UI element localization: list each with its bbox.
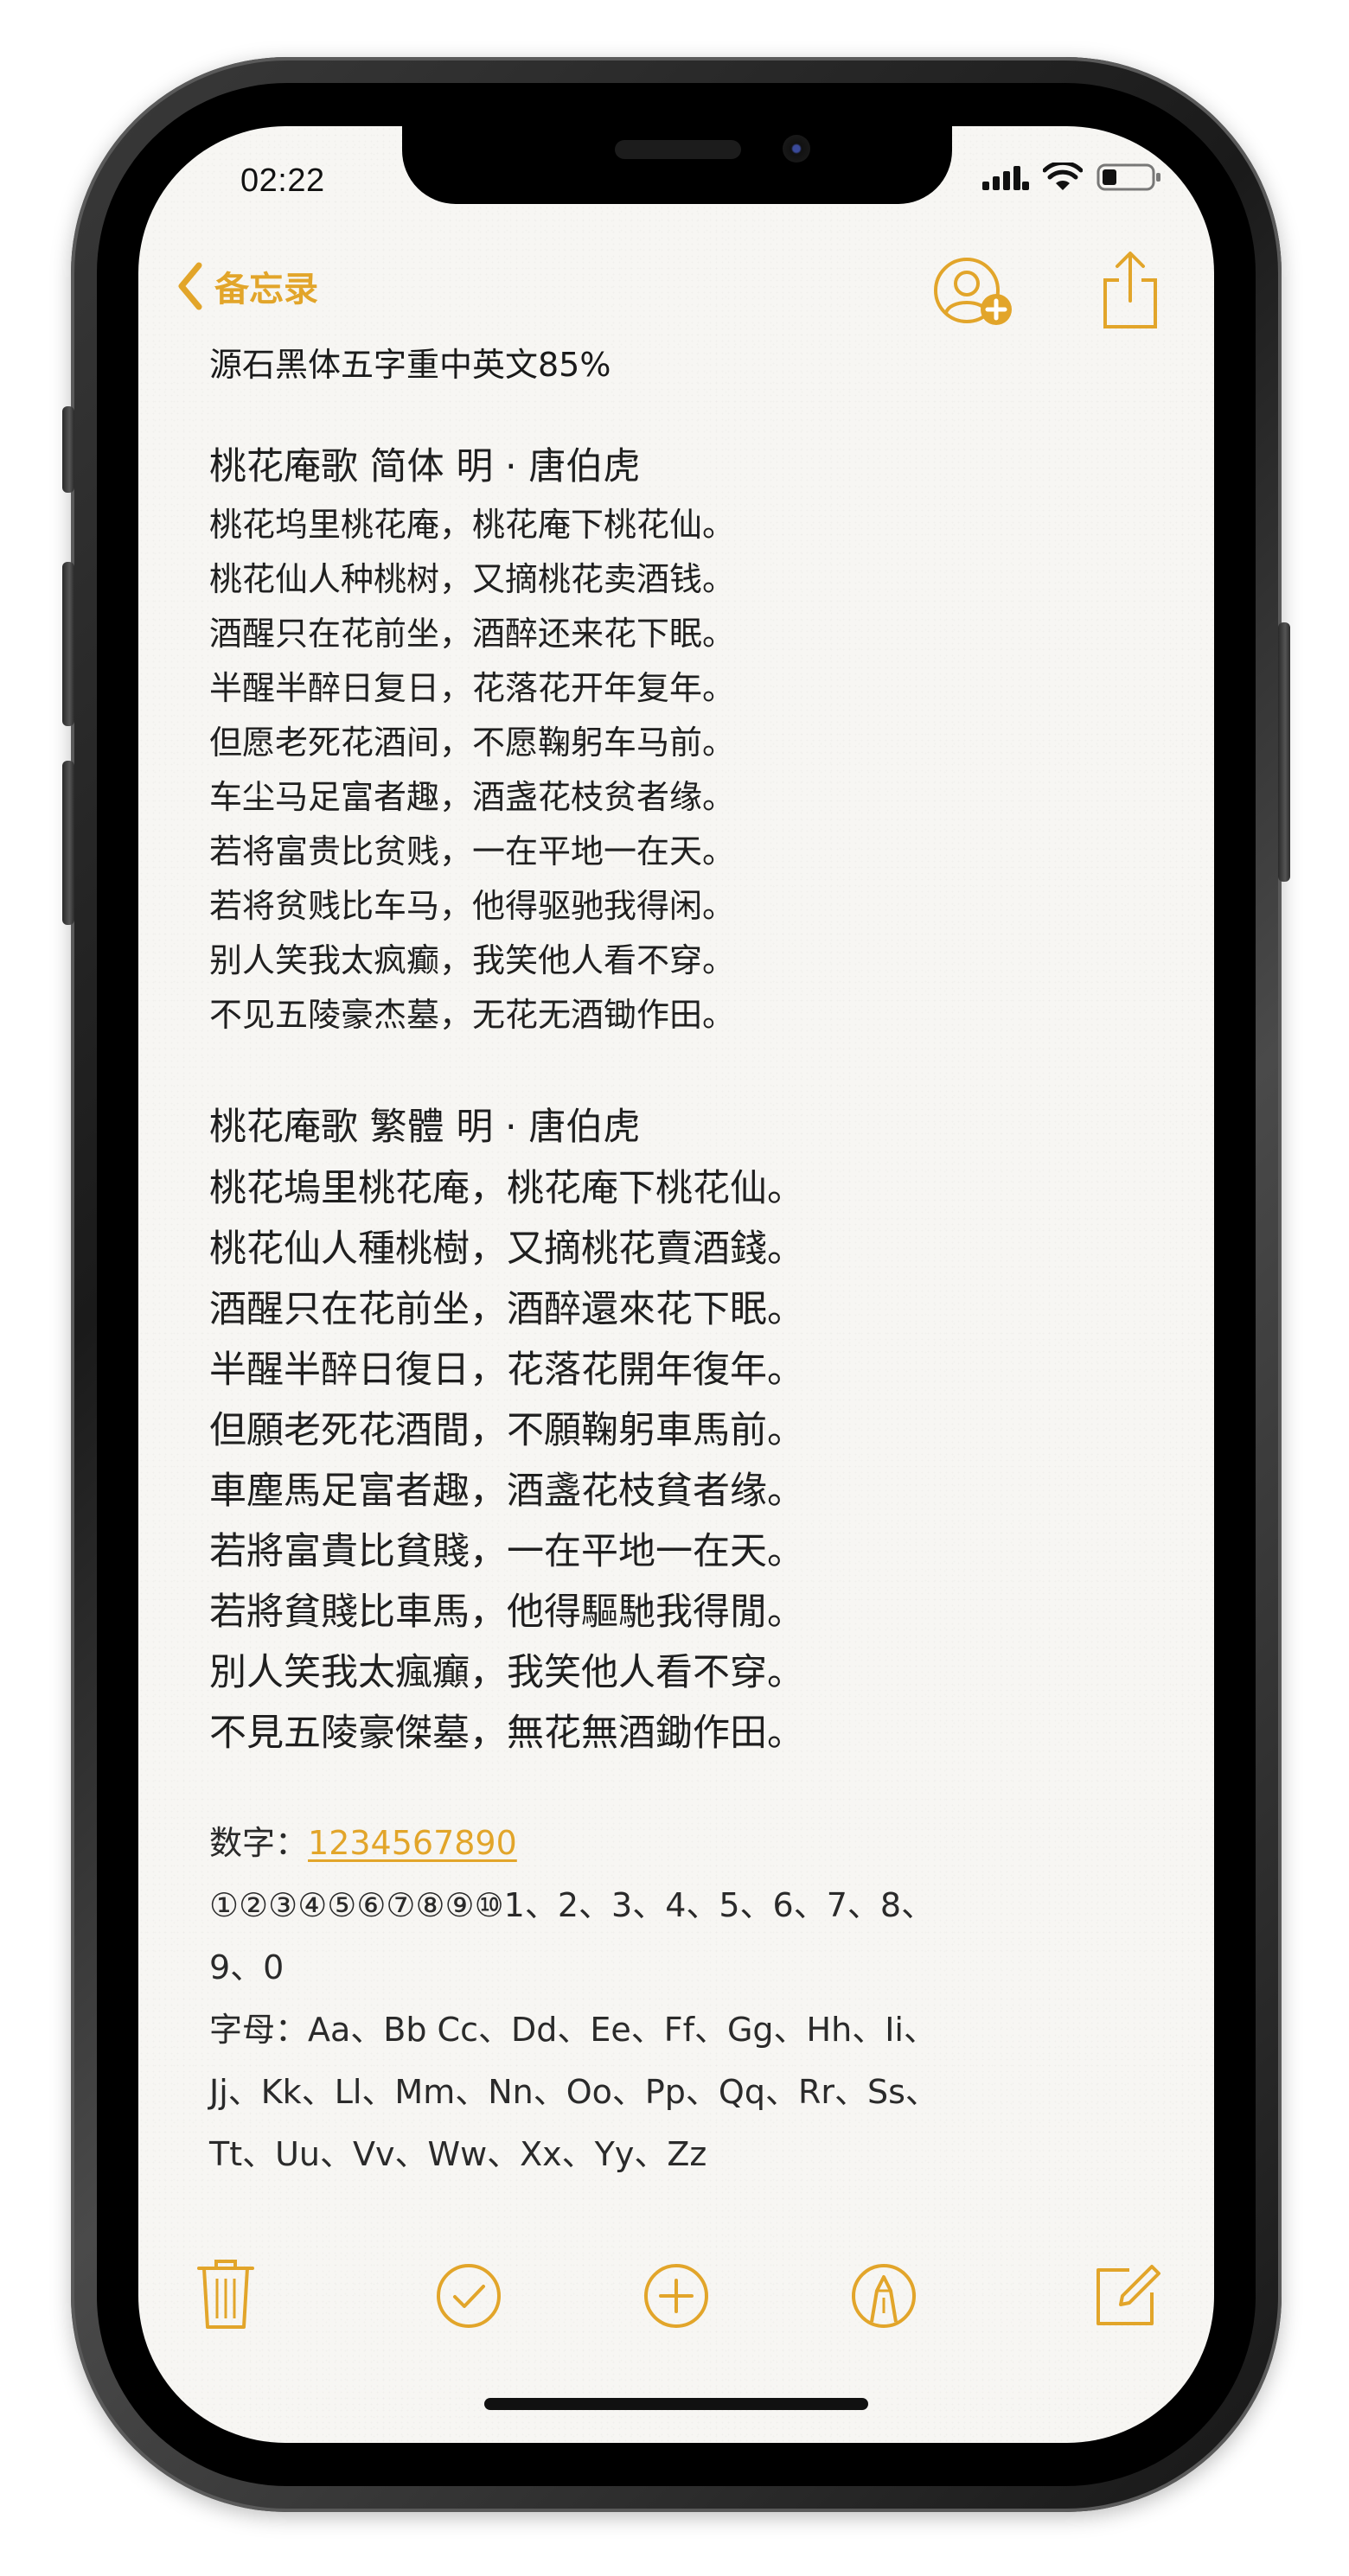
chevron-left-icon (178, 262, 202, 310)
battery-icon (1096, 163, 1160, 191)
screen: 02:22 备忘录 源石黑体五字重中英文85% 桃花庵歌 简体 明 · 唐伯虎 … (138, 126, 1214, 2443)
poem-simplified: 桃花庵歌 简体 明 · 唐伯虎 桃花坞里桃花庵，桃花庵下桃花仙。 桃花仙人种桃树… (209, 436, 1160, 1043)
trash-icon (197, 2260, 254, 2329)
volume-down-button (62, 761, 74, 925)
share-icon (1103, 252, 1157, 328)
back-label: 备忘录 (214, 270, 318, 309)
poem-line: 酒醒只在花前坐，酒醉还来花下眠。 (209, 615, 736, 653)
poem-line: 不見五陵豪傑墓，無花無酒鋤作田。 (209, 1712, 804, 1755)
cellular-signal-icon (982, 166, 1029, 190)
poem-line: 若将贫贱比车马，他得驱驰我得闲。 (209, 887, 736, 925)
checklist-icon (437, 2264, 501, 2328)
numbers-sample: ①②③④⑤⑥⑦⑧⑨⑩1、2、3、4、5、6、7、8、 (209, 1886, 935, 1924)
poem-traditional-title: 桃花庵歌 繁體 明 · 唐伯虎 (209, 1106, 641, 1149)
poem-line: 桃花坞里桃花庵，桃花庵下桃花仙。 (209, 506, 736, 544)
share-button[interactable] (1100, 249, 1160, 335)
nav-bar: 备忘录 (138, 252, 1214, 337)
poem-line: 不见五陵豪杰墓，无花无酒锄作田。 (209, 996, 736, 1034)
numbers-sample: 9、0 (209, 1948, 285, 1986)
home-indicator[interactable] (484, 2398, 868, 2410)
numbers-label: 数字： (209, 1824, 309, 1862)
poem-line: 酒醒只在花前坐，酒醉還來花下眠。 (209, 1288, 804, 1331)
poem-line: 若將貧賤比車馬，他得驅馳我得閒。 (209, 1591, 804, 1634)
front-camera (783, 135, 810, 163)
bottom-toolbar (138, 2254, 1214, 2341)
poem-line: 车尘马足富者趣，酒盏花枝贫者缘。 (209, 778, 736, 816)
delete-button[interactable] (195, 2254, 256, 2336)
earpiece-speaker (615, 140, 741, 159)
phone-number-link[interactable]: 1234567890 (308, 1824, 517, 1862)
back-button[interactable]: 备忘录 (176, 261, 318, 311)
poem-line: 但願老死花酒間，不願鞠躬車馬前。 (209, 1409, 804, 1452)
poem-line: 别人笑我太疯癫，我笑他人看不穿。 (209, 941, 736, 979)
status-icons (982, 163, 1162, 192)
markup-button[interactable] (849, 2261, 918, 2334)
compose-button[interactable] (1091, 2258, 1164, 2334)
add-button[interactable] (642, 2261, 711, 2334)
character-samples: 数字：1234567890 ①②③④⑤⑥⑦⑧⑨⑩1、2、3、4、5、6、7、8、… (209, 1812, 1160, 2185)
volume-up-button (62, 562, 74, 726)
status-time: 02:22 (240, 163, 325, 199)
note-body[interactable]: 源石黑体五字重中英文85% 桃花庵歌 简体 明 · 唐伯虎 桃花坞里桃花庵，桃花… (209, 342, 1160, 2185)
markup-icon (852, 2264, 916, 2328)
poem-line: 若將富貴比貧賤，一在平地一在天。 (209, 1530, 804, 1573)
poem-traditional: 桃花庵歌 繁體 明 · 唐伯虎 桃花塢里桃花庵，桃花庵下桃花仙。 桃花仙人種桃樹… (209, 1096, 1160, 1763)
poem-simplified-title: 桃花庵歌 简体 明 · 唐伯虎 (209, 445, 641, 488)
poem-line: 車塵馬足富者趣，酒盞花枝貧者缘。 (209, 1470, 804, 1513)
letters-sample: 字母：Aa、Bb Cc、Dd、Ee、Ff、Gg、Hh、Ii、 (209, 2011, 937, 2049)
letters-sample: Tt、Uu、Vv、Ww、Xx、Yy、Zz (209, 2135, 707, 2173)
notch (402, 126, 952, 204)
side-button (1278, 622, 1290, 882)
add-person-icon (934, 258, 1012, 325)
letters-sample: Jj、Kk、Ll、Mm、Nn、Oo、Pp、Qq、Rr、Ss、 (209, 2073, 938, 2111)
poem-line: 半醒半醉日復日，花落花開年復年。 (209, 1349, 804, 1392)
compose-icon (1096, 2265, 1160, 2325)
poem-line: 桃花仙人种桃树，又摘桃花卖酒钱。 (209, 560, 736, 598)
poem-line: 但愿老死花酒间，不愿鞠躬车马前。 (209, 724, 736, 762)
poem-line: 半醒半醉日复日，花落花开年复年。 (209, 669, 736, 707)
poem-line: 桃花塢里桃花庵，桃花庵下桃花仙。 (209, 1167, 804, 1210)
poem-line: 別人笑我太瘋癲，我笑他人看不穿。 (209, 1651, 804, 1694)
font-description: 源石黑体五字重中英文85% (209, 346, 611, 384)
wifi-icon (1043, 163, 1083, 190)
poem-line: 桃花仙人種桃樹，又摘桃花賣酒錢。 (209, 1227, 804, 1271)
add-icon (644, 2264, 708, 2328)
checklist-button[interactable] (434, 2261, 503, 2334)
numbers-line: 数字：1234567890 (209, 1812, 1160, 1874)
mute-switch (62, 406, 74, 493)
poem-line: 若将富贵比贫贱，一在平地一在天。 (209, 832, 736, 870)
add-person-button[interactable] (932, 256, 1019, 337)
